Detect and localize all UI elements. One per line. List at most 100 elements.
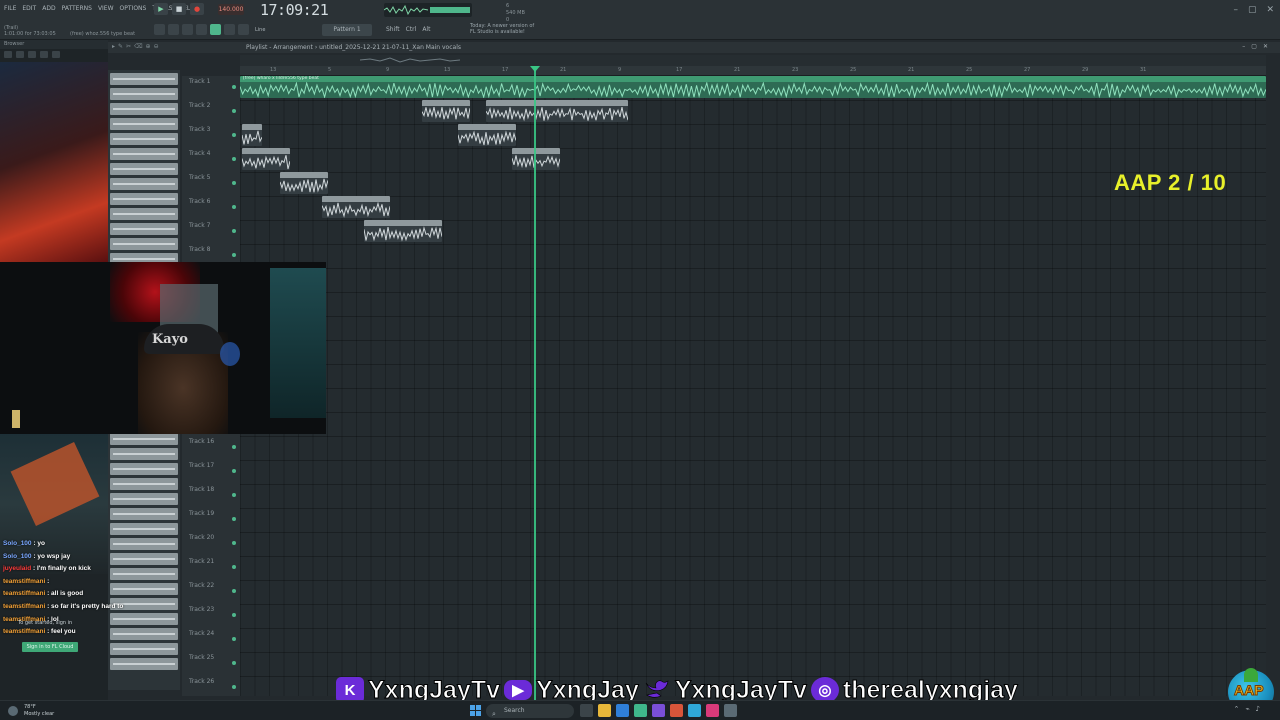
vocal-clip[interactable] bbox=[280, 172, 328, 194]
pattern-selector[interactable]: Pattern 1 bbox=[322, 24, 372, 36]
app-icon[interactable] bbox=[670, 704, 683, 717]
clip-thumbnail[interactable] bbox=[110, 223, 178, 235]
vocal-clip[interactable] bbox=[242, 124, 262, 146]
track-mute-icon[interactable] bbox=[232, 517, 236, 521]
magnet-icon[interactable] bbox=[224, 24, 235, 35]
clip-thumbnail[interactable] bbox=[110, 238, 178, 250]
chat-username[interactable]: Solo_100 bbox=[3, 553, 32, 560]
chat-username[interactable]: Solo_100 bbox=[3, 540, 32, 547]
menu-edit[interactable]: EDIT bbox=[22, 5, 36, 12]
track-mute-icon[interactable] bbox=[232, 253, 236, 257]
task-view-icon[interactable] bbox=[580, 704, 593, 717]
shift-key[interactable]: Shift bbox=[386, 26, 400, 33]
clip-thumbnail[interactable] bbox=[110, 433, 178, 445]
network-icon[interactable]: ⌁ bbox=[1245, 705, 1249, 713]
minimize-icon[interactable]: – bbox=[1233, 5, 1238, 15]
menu-add[interactable]: ADD bbox=[42, 5, 55, 12]
vocal-clip[interactable] bbox=[364, 220, 442, 242]
search-icon[interactable] bbox=[40, 51, 48, 58]
track-mute-icon[interactable] bbox=[232, 685, 236, 689]
track-mute-icon[interactable] bbox=[232, 541, 236, 545]
track-header[interactable]: Track 1 bbox=[182, 76, 240, 100]
track-header[interactable]: Track 24 bbox=[182, 628, 240, 652]
track-mute-icon[interactable] bbox=[232, 445, 236, 449]
fl-studio-icon[interactable] bbox=[634, 704, 647, 717]
chevron-up-icon[interactable]: ⌃ bbox=[1233, 705, 1239, 713]
snap-icon[interactable] bbox=[154, 24, 165, 35]
track-mute-icon[interactable] bbox=[232, 493, 236, 497]
chat-username[interactable]: teamstiffmani bbox=[3, 603, 45, 610]
forward-icon[interactable] bbox=[16, 51, 24, 58]
track-mute-icon[interactable] bbox=[232, 637, 236, 641]
track-header[interactable]: Track 25 bbox=[182, 652, 240, 676]
track-mute-icon[interactable] bbox=[232, 205, 236, 209]
volume-icon[interactable]: ♪ bbox=[1256, 705, 1260, 713]
vocal-clip[interactable] bbox=[322, 196, 390, 218]
close-icon[interactable]: ✕ bbox=[1266, 5, 1274, 15]
vocal-clip[interactable] bbox=[486, 100, 628, 122]
playlist-icon[interactable] bbox=[168, 24, 179, 35]
track-header[interactable]: Track 16 bbox=[182, 436, 240, 460]
track-mute-icon[interactable] bbox=[232, 565, 236, 569]
vocal-clip[interactable] bbox=[242, 148, 290, 170]
vocal-clip[interactable] bbox=[458, 124, 516, 146]
playhead[interactable] bbox=[534, 66, 536, 720]
clip-thumbnail[interactable] bbox=[110, 103, 178, 115]
track-header[interactable]: Track 6 bbox=[182, 196, 240, 220]
chat-username[interactable]: juyeulaid bbox=[3, 565, 31, 572]
playlist-window-controls[interactable]: –▢✕ bbox=[1242, 43, 1274, 50]
menu-options[interactable]: OPTIONS bbox=[120, 5, 147, 12]
track-header[interactable]: Track 2 bbox=[182, 100, 240, 124]
track-mute-icon[interactable] bbox=[232, 133, 236, 137]
playlist-tools-icon[interactable]: ▸✎✂⌫⊕⊖ bbox=[112, 43, 162, 50]
vocal-clip[interactable] bbox=[512, 148, 560, 170]
track-header[interactable]: Track 19 bbox=[182, 508, 240, 532]
menu-file[interactable]: FILE bbox=[4, 5, 16, 12]
clip-thumbnail[interactable] bbox=[110, 508, 178, 520]
back-icon[interactable] bbox=[4, 51, 12, 58]
track-mute-icon[interactable] bbox=[232, 229, 236, 233]
microphone-icon[interactable] bbox=[238, 24, 249, 35]
track-mute-icon[interactable] bbox=[232, 661, 236, 665]
track-header[interactable]: Track 20 bbox=[182, 532, 240, 556]
vocal-clip[interactable] bbox=[422, 100, 470, 122]
clip-thumbnail[interactable] bbox=[110, 73, 178, 85]
timeline-ruler[interactable]: 13 5 9 13 17 21 9 17 21 23 25 21 25 27 29 31 bbox=[240, 66, 1266, 76]
chat-username[interactable]: teamstiffmani bbox=[3, 578, 45, 585]
file-explorer-icon[interactable] bbox=[598, 704, 611, 717]
playlist-overview[interactable] bbox=[240, 55, 1266, 66]
clip-thumbnail[interactable] bbox=[110, 118, 178, 130]
playlist-grid[interactable]: [free] wharo x lildre556 type beat bbox=[240, 76, 1266, 696]
track-header[interactable]: Track 26 bbox=[182, 676, 240, 700]
clip-thumbnail[interactable] bbox=[110, 193, 178, 205]
clip-thumbnail[interactable] bbox=[110, 133, 178, 145]
news-panel[interactable]: Today: A newer version of FL Studio is a… bbox=[470, 23, 534, 35]
track-mute-icon[interactable] bbox=[232, 469, 236, 473]
clip-thumbnail[interactable] bbox=[110, 493, 178, 505]
sign-in-button[interactable]: Sign in to FL Cloud bbox=[22, 642, 78, 652]
track-header[interactable]: Track 5 bbox=[182, 172, 240, 196]
track-header[interactable]: Track 3 bbox=[182, 124, 240, 148]
clip-thumbnail[interactable] bbox=[110, 658, 178, 670]
clip-thumbnail[interactable] bbox=[110, 178, 178, 190]
snap-mode-select[interactable]: Line bbox=[255, 27, 265, 33]
ctrl-key[interactable]: Ctrl bbox=[406, 26, 417, 33]
app-icon[interactable] bbox=[724, 704, 737, 717]
track-header[interactable]: Track 7 bbox=[182, 220, 240, 244]
piano-roll-icon[interactable] bbox=[182, 24, 193, 35]
channel-rack-icon[interactable] bbox=[210, 24, 221, 35]
folder-icon[interactable] bbox=[28, 51, 36, 58]
menu-view[interactable]: VIEW bbox=[98, 5, 114, 12]
track-header[interactable]: Track 18 bbox=[182, 484, 240, 508]
edge-icon[interactable] bbox=[616, 704, 629, 717]
track-mute-icon[interactable] bbox=[232, 181, 236, 185]
track-header[interactable]: Track 21 bbox=[182, 556, 240, 580]
clip-thumbnail[interactable] bbox=[110, 643, 178, 655]
star-icon[interactable] bbox=[52, 51, 60, 58]
app-icon[interactable] bbox=[688, 704, 701, 717]
clip-thumbnail[interactable] bbox=[110, 478, 178, 490]
record-icon[interactable]: ● bbox=[190, 3, 204, 15]
maximize-icon[interactable]: ▢ bbox=[1248, 5, 1257, 15]
track-mute-icon[interactable] bbox=[232, 589, 236, 593]
chat-username[interactable]: teamstiffmani bbox=[3, 628, 45, 635]
